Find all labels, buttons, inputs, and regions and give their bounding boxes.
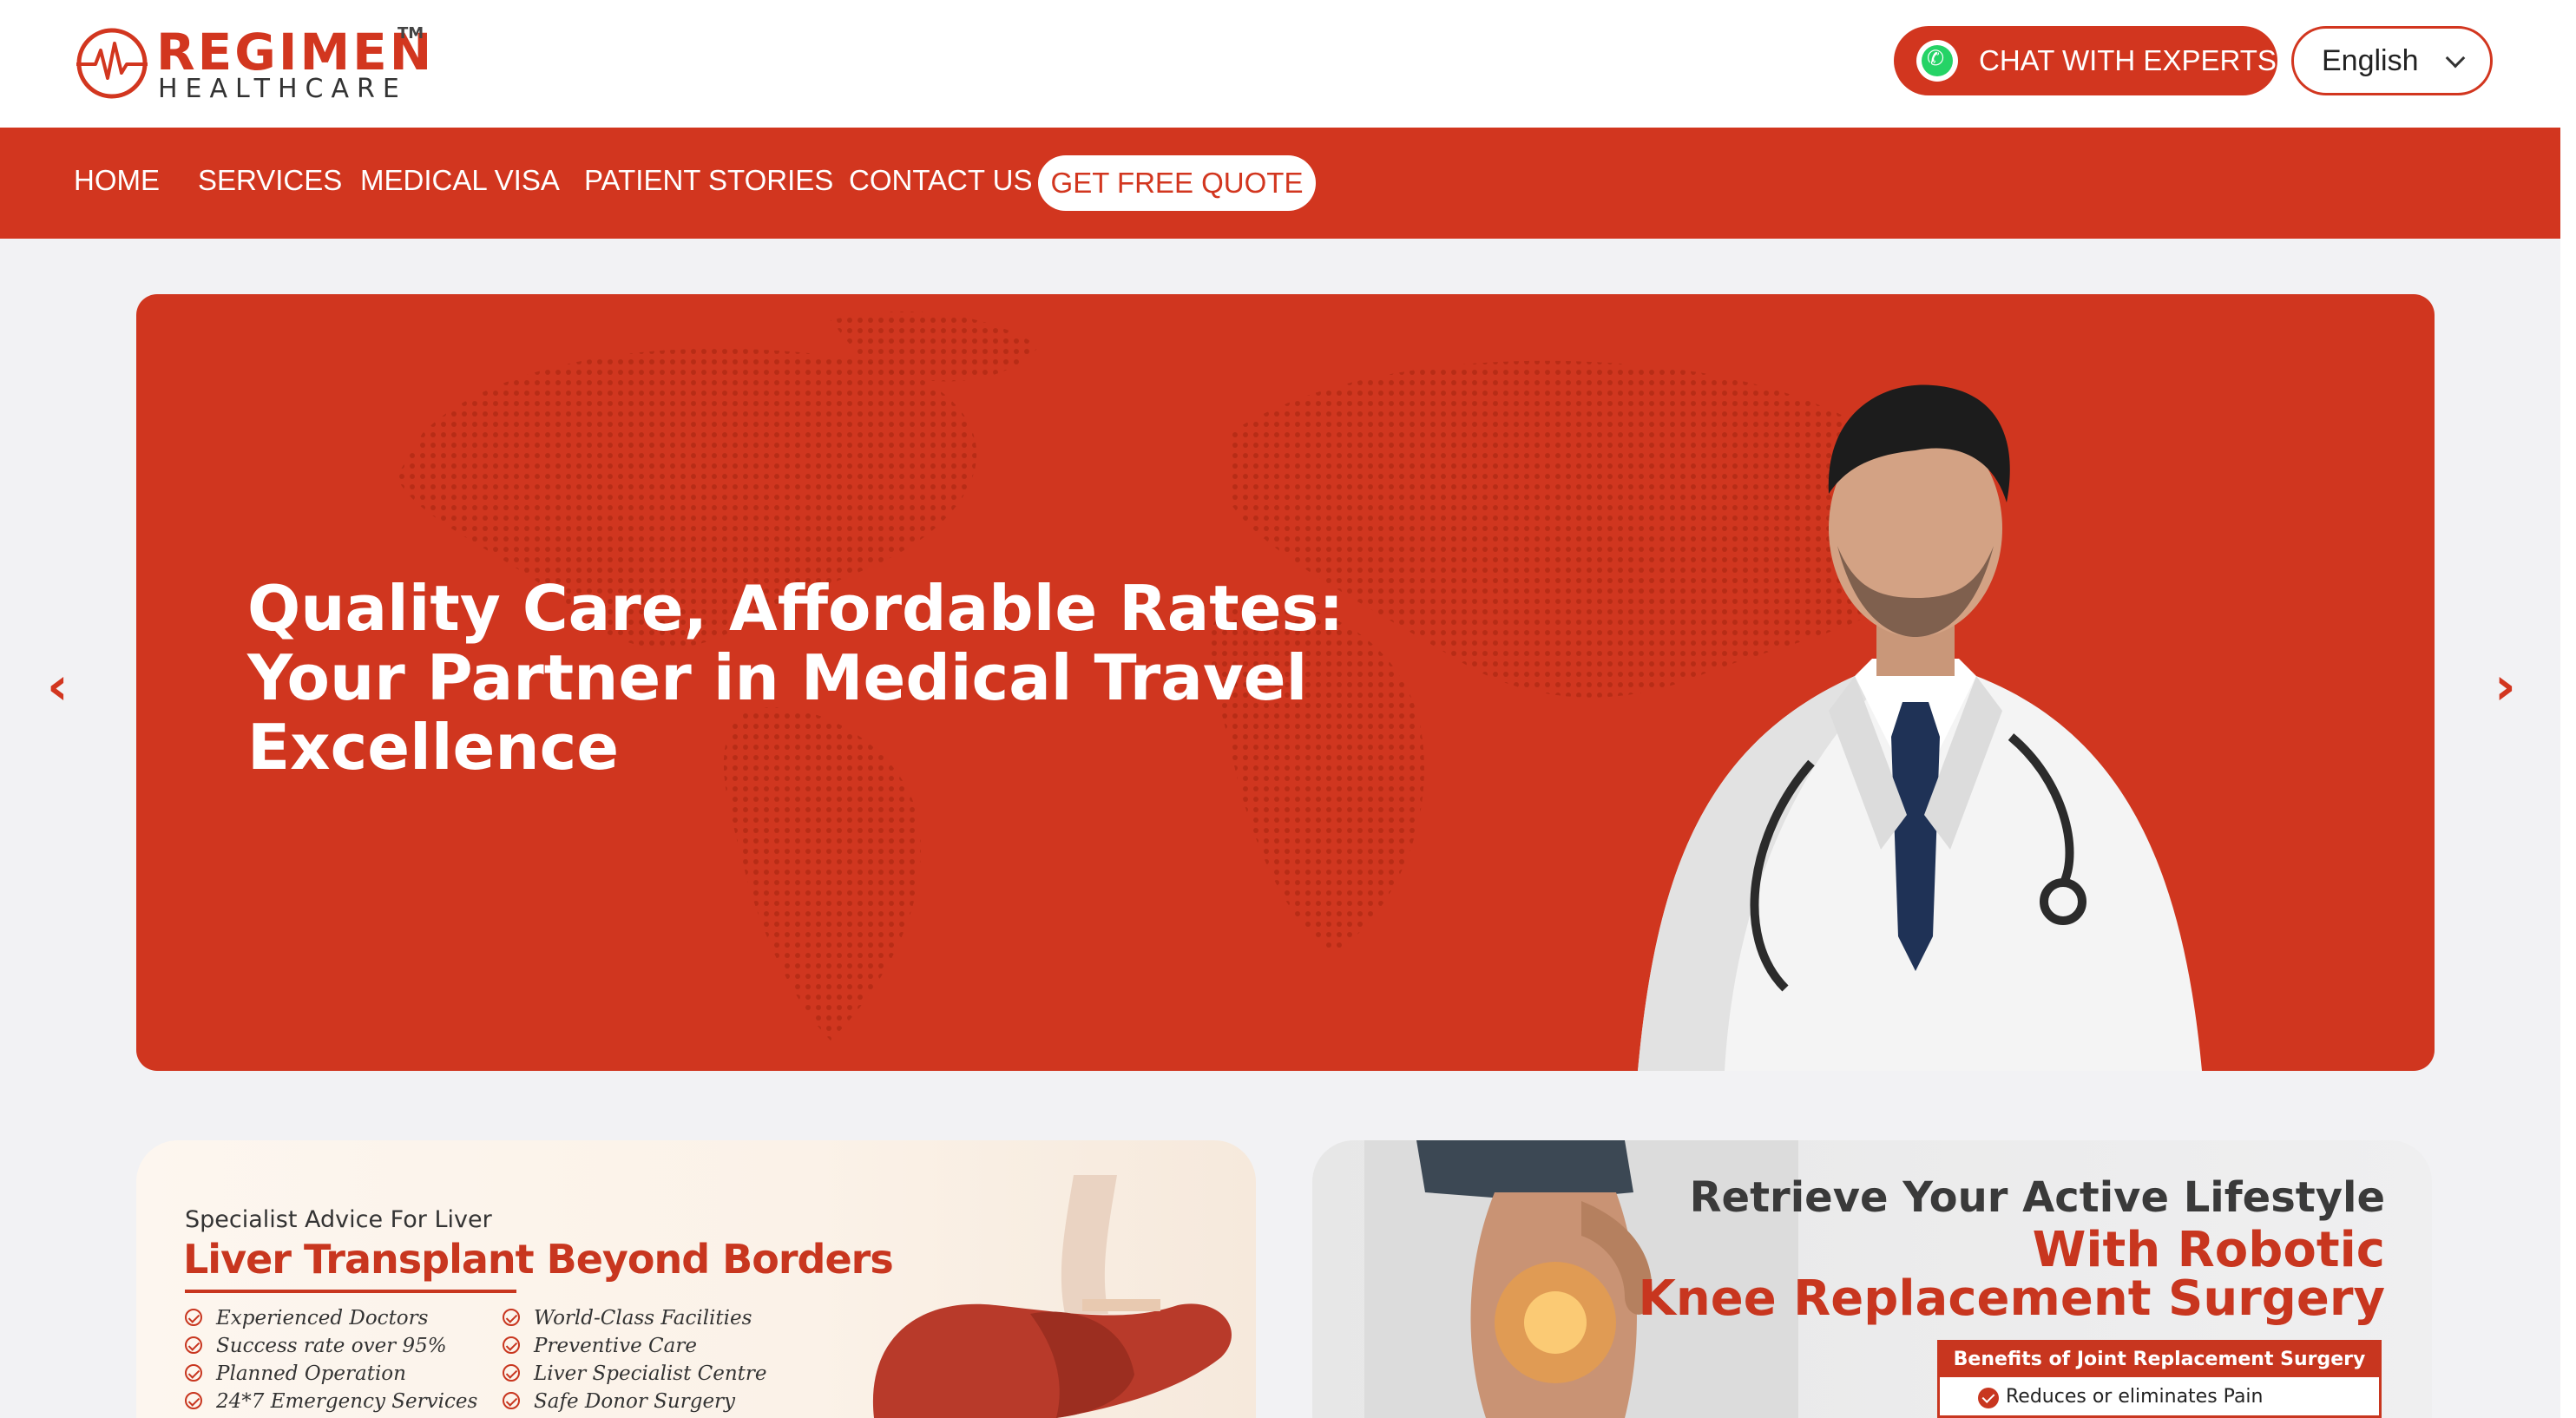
- logo-trademark: TM: [398, 24, 424, 43]
- benefit-item: Reduces or eliminates Pain: [1940, 1386, 2379, 1408]
- top-header: REGIMEN TM HEALTHCARE CHAT WITH EXPERTS …: [0, 0, 2576, 128]
- hero-title: Quality Care, Affordable Rates: Your Par…: [247, 574, 1358, 782]
- slider-prev-arrow[interactable]: ‹: [47, 656, 69, 717]
- liver-illustration: [872, 1175, 1232, 1418]
- liver-feature-item: World-Class Facilities: [503, 1307, 752, 1329]
- page-scrollbar[interactable]: [2560, 0, 2576, 1418]
- check-circle-icon: [503, 1336, 520, 1354]
- benefit-item-label: Reduces or eliminates Pain: [2006, 1386, 2264, 1408]
- check-circle-icon: [185, 1392, 202, 1409]
- check-circle-icon: [185, 1364, 202, 1382]
- nav-item-services[interactable]: SERVICES: [198, 164, 342, 197]
- liver-transplant-promo-card[interactable]: Specialist Advice For Liver Liver Transp…: [136, 1140, 1256, 1418]
- hero-banner: Quality Care, Affordable Rates: Your Par…: [136, 294, 2435, 1071]
- regimen-logo[interactable]: REGIMEN TM HEALTHCARE: [69, 21, 434, 108]
- main-nav: HOME SERVICES MEDICAL VISA PATIENT STORI…: [0, 128, 2560, 239]
- doctor-photo: [1638, 384, 2202, 1071]
- knee-promo-line-3: Knee Replacement Surgery: [1638, 1270, 2385, 1327]
- liver-kicker-text: Specialist Advice For Liver: [185, 1206, 492, 1233]
- chat-button-label: CHAT WITH EXPERTS: [1979, 44, 2277, 76]
- check-circle-icon: [503, 1309, 520, 1326]
- liver-promo-title: Liver Transplant Beyond Borders: [183, 1236, 894, 1283]
- check-circle-icon: [185, 1336, 202, 1354]
- logo-wordmark: REGIMEN: [156, 23, 435, 82]
- liver-feature-item: Experienced Doctors: [185, 1307, 428, 1329]
- chevron-down-icon: [2445, 48, 2466, 69]
- heartbeat-logo-icon: [76, 28, 148, 99]
- liver-feature-item: Preventive Care: [503, 1335, 697, 1357]
- liver-feature-item: Planned Operation: [185, 1362, 406, 1385]
- whatsapp-icon: [1916, 40, 1958, 82]
- hero-title-line-1: Quality Care, Affordable Rates:: [247, 572, 1344, 645]
- benefits-box: Benefits of Joint Replacement Surgery Re…: [1937, 1340, 2382, 1418]
- slider-next-arrow[interactable]: ›: [2494, 656, 2516, 717]
- chat-with-experts-button[interactable]: CHAT WITH EXPERTS: [1894, 26, 2277, 95]
- hero-title-line-3: Excellence: [247, 711, 620, 784]
- logo-subtitle: HEALTHCARE: [158, 74, 407, 104]
- get-free-quote-button[interactable]: GET FREE QUOTE: [1038, 155, 1316, 211]
- hero-title-line-2: Your Partner in Medical Travel: [247, 641, 1308, 714]
- language-selected-value: English: [2322, 43, 2419, 77]
- check-badge-icon: [1978, 1388, 1999, 1408]
- liver-feature-item: Liver Specialist Centre: [503, 1362, 767, 1385]
- liver-feature-item: Safe Donor Surgery: [503, 1390, 735, 1413]
- knee-replacement-promo-card[interactable]: Retrieve Your Active Lifestyle With Robo…: [1312, 1140, 2432, 1418]
- liver-title-underline: [185, 1290, 516, 1293]
- liver-feature-item: Success rate over 95%: [185, 1335, 447, 1357]
- liver-feature-item: 24*7 Emergency Services: [185, 1390, 477, 1413]
- nav-item-patient-stories[interactable]: PATIENT STORIES: [584, 164, 833, 197]
- nav-item-contact-us[interactable]: CONTACT US: [849, 164, 1032, 197]
- check-circle-icon: [185, 1309, 202, 1326]
- language-select[interactable]: English: [2291, 26, 2493, 95]
- nav-item-medical-visa[interactable]: MEDICAL VISA: [360, 164, 560, 197]
- check-circle-icon: [503, 1364, 520, 1382]
- nav-item-home[interactable]: HOME: [74, 164, 160, 197]
- benefits-heading: Benefits of Joint Replacement Surgery: [1940, 1343, 2379, 1377]
- knee-promo-line-1: Retrieve Your Active Lifestyle: [1689, 1173, 2385, 1222]
- check-circle-icon: [503, 1392, 520, 1409]
